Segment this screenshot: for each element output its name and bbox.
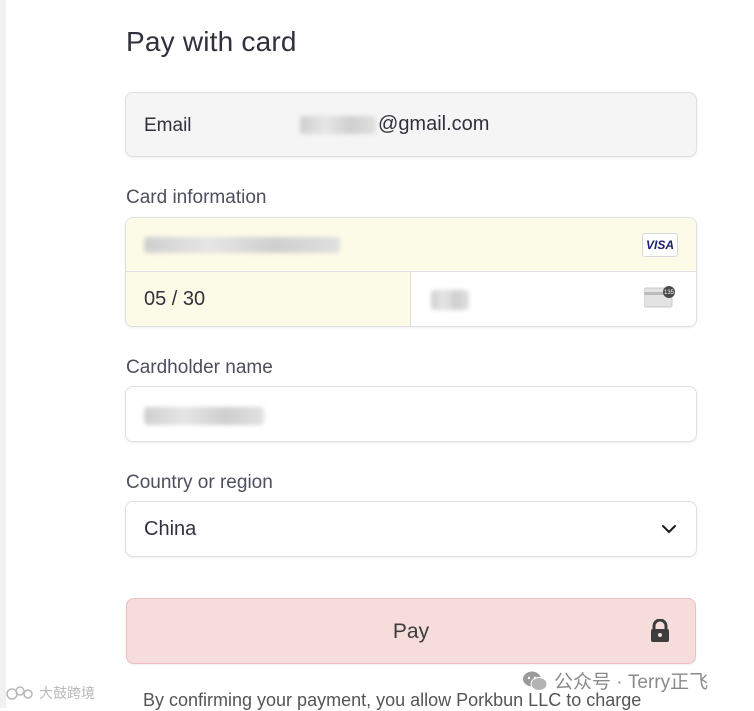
country-selected-value: China — [144, 518, 197, 540]
pay-button-label: Pay — [392, 620, 430, 643]
cardholder-name-label: Cardholder name — [126, 357, 273, 378]
redacted-email-user — [300, 115, 376, 134]
card-number-input[interactable]: VISA — [126, 218, 696, 272]
card-information-group: VISA 05 / 30 135 — [125, 217, 697, 327]
wechat-icon — [523, 671, 548, 691]
country-select[interactable]: China — [125, 501, 697, 557]
card-expiry-value: 05 / 30 — [144, 288, 206, 310]
card-cvc-input[interactable]: 135 — [411, 272, 696, 326]
watermark-left-text: 大鼓跨境 — [39, 685, 95, 701]
redacted-cardholder-name — [144, 407, 264, 425]
email-domain: gmail.com — [398, 113, 490, 135]
watermark-wechat: 公众号 · Terry正飞 — [522, 667, 708, 694]
card-information-label: Card information — [126, 187, 267, 208]
chevron-down-icon — [662, 525, 676, 533]
email-value: @ gmail.com — [300, 113, 489, 136]
email-at: @ — [378, 113, 399, 135]
visa-icon: VISA — [642, 233, 678, 257]
watermark-logo-icon — [6, 686, 33, 700]
left-edge-strip — [0, 0, 6, 708]
lock-icon — [651, 619, 669, 642]
country-label: Country or region — [126, 472, 273, 493]
pay-button[interactable]: Pay — [126, 598, 696, 664]
redacted-card-number — [144, 237, 340, 253]
email-label: Email — [144, 115, 192, 136]
watermark-right-text: 公众号 · Terry正飞 — [554, 672, 709, 693]
card-expiry-input[interactable]: 05 / 30 — [126, 272, 411, 326]
cardholder-name-input[interactable] — [125, 386, 697, 442]
watermark-left: 大鼓跨境 — [6, 683, 95, 703]
svg-text:135: 135 — [664, 290, 675, 296]
redacted-cvc — [431, 290, 469, 310]
email-field[interactable]: Email @ gmail.com — [125, 92, 697, 157]
cvc-card-icon: 135 — [644, 286, 675, 308]
page-title: Pay with card — [126, 26, 297, 57]
